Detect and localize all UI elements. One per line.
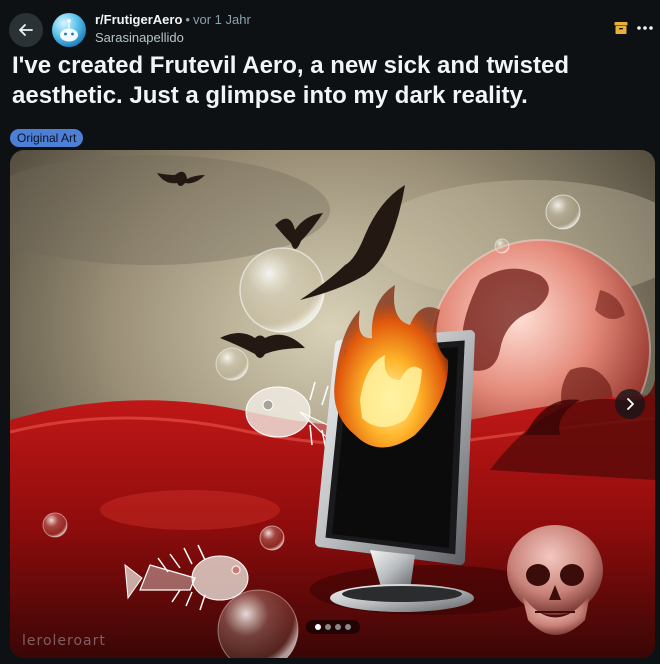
gallery-dot[interactable] <box>335 624 341 630</box>
meta-separator: • <box>185 12 190 27</box>
back-button[interactable] <box>9 13 43 47</box>
snoo-avatar-icon <box>60 19 78 42</box>
archive-icon[interactable] <box>614 21 628 35</box>
post-header: r/FrutigerAero • vor 1 Jahr Sarasinapellid… <box>0 0 660 52</box>
artist-watermark: leroleroart <box>22 633 106 649</box>
artwork-illustration <box>10 150 655 658</box>
gallery-dot[interactable] <box>315 624 321 630</box>
post-title[interactable]: I've created Frutevil Aero, a new sick a… <box>12 51 632 111</box>
author-link[interactable]: Sarasinapellido <box>95 30 184 45</box>
subreddit-avatar[interactable] <box>52 13 86 47</box>
post-image[interactable]: leroleroart <box>10 150 655 658</box>
post-flair[interactable]: Original Art <box>10 129 84 147</box>
more-options-button[interactable] <box>634 17 656 39</box>
post-age: vor 1 Jahr <box>192 12 251 27</box>
gallery-dot[interactable] <box>345 624 351 630</box>
post-meta: r/FrutigerAero • vor 1 Jahr <box>95 12 251 28</box>
gallery-pagination <box>306 620 360 634</box>
gallery-dot[interactable] <box>325 624 331 630</box>
ellipsis-icon <box>637 26 653 30</box>
subreddit-link[interactable]: r/FrutigerAero <box>95 12 182 27</box>
gallery-next-button[interactable] <box>615 389 645 419</box>
chevron-right-icon <box>627 398 634 410</box>
arrow-left-icon <box>19 24 33 36</box>
